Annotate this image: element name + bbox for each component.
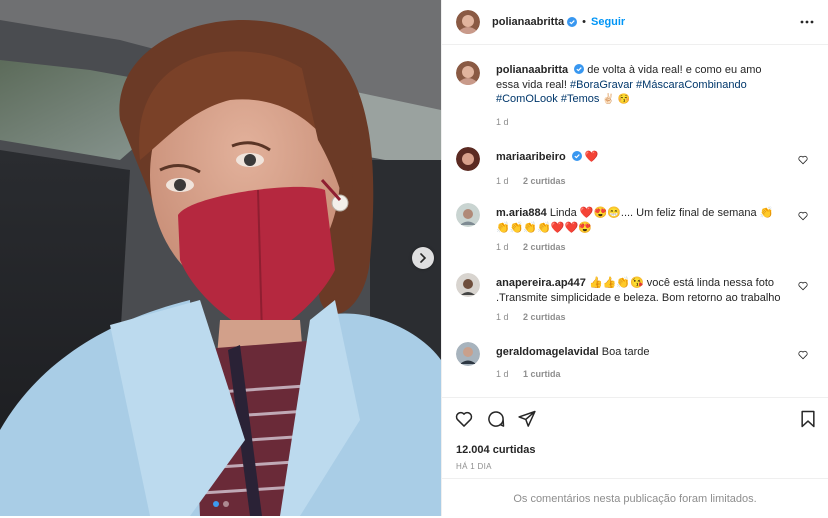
chevron-right-icon: [420, 253, 427, 263]
comment-meta: 1 d 2 curtidas: [496, 176, 566, 186]
post-image: [0, 0, 441, 516]
heart-icon[interactable]: [454, 409, 474, 429]
comment-username[interactable]: geraldomagelavidal: [496, 346, 599, 358]
author-avatar[interactable]: [456, 10, 480, 34]
verified-icon: [571, 151, 582, 161]
like-comment-heart-icon[interactable]: [798, 155, 808, 165]
post-actions: 12.004 curtidas HÁ 1 DIA Os comentários …: [442, 397, 828, 517]
comment-text: m.aria884 Linda ❤️😍😁.... Um feliz final …: [496, 206, 786, 235]
carousel-dots: [0, 501, 441, 507]
post-header: polianaabritta • Seguir: [442, 0, 828, 45]
verified-icon: [567, 17, 578, 27]
comment-likes[interactable]: 1 curtida: [523, 369, 561, 379]
caption-meta: 1 d: [496, 117, 509, 127]
comment-time: 1 d: [496, 242, 509, 252]
caption-username[interactable]: polianaabritta: [496, 64, 568, 76]
commenter-avatar[interactable]: [456, 203, 480, 227]
post-panel: polianaabritta • Seguir polianaabritta d…: [441, 0, 828, 516]
comment-username[interactable]: mariaaribeiro: [496, 151, 566, 163]
comment-likes[interactable]: 2 curtidas: [523, 176, 566, 186]
like-comment-heart-icon[interactable]: [798, 211, 808, 221]
comment-time: 1 d: [496, 176, 509, 186]
comment-text: geraldomagelavidal Boa tarde: [496, 345, 786, 360]
likes-count[interactable]: 12.004 curtidas: [456, 444, 536, 456]
author-avatar[interactable]: [456, 61, 480, 85]
verified-icon: [574, 64, 585, 74]
comments-limited-notice: Os comentários nesta publicação foram li…: [442, 478, 828, 518]
like-comment-heart-icon[interactable]: [798, 281, 808, 291]
comment-meta: 1 d 2 curtidas: [496, 312, 566, 322]
author-username[interactable]: polianaabritta: [492, 16, 564, 28]
comments-list[interactable]: polianaabritta de volta à vida real! e c…: [442, 45, 828, 397]
hashtag[interactable]: #MáscaraCombinando: [636, 79, 747, 91]
bookmark-icon[interactable]: [798, 409, 818, 429]
comment-time: 1 d: [496, 312, 509, 322]
comment-time: 1 d: [496, 369, 509, 379]
share-icon[interactable]: [517, 409, 537, 429]
post-time: HÁ 1 DIA: [456, 462, 492, 471]
comment-username[interactable]: anapereira.ap447: [496, 277, 586, 289]
post-photo[interactable]: [0, 0, 441, 516]
carousel-dot-2: [222, 501, 229, 507]
hashtag[interactable]: #BoraGravar: [570, 79, 633, 91]
next-slide-button[interactable]: [412, 247, 434, 269]
separator-dot: •: [582, 16, 586, 28]
comment-likes[interactable]: 2 curtidas: [523, 312, 566, 322]
caption-text: polianaabritta de volta à vida real! e c…: [496, 63, 786, 108]
comment-text: anapereira.ap447 👍👍👏😘 você está linda ne…: [496, 276, 786, 305]
comment-text: mariaaribeiro ❤️: [496, 150, 786, 165]
commenter-avatar[interactable]: [456, 342, 480, 366]
comment-username[interactable]: m.aria884: [496, 207, 547, 219]
comment-likes[interactable]: 2 curtidas: [523, 242, 566, 252]
like-comment-heart-icon[interactable]: [798, 350, 808, 360]
more-icon[interactable]: [800, 15, 814, 29]
comment-icon[interactable]: [486, 409, 506, 429]
follow-button[interactable]: Seguir: [591, 16, 625, 28]
comment-body: ❤️: [584, 151, 599, 163]
comment-body: Boa tarde: [601, 346, 650, 358]
comment-meta: 1 d 1 curtida: [496, 369, 561, 379]
caption-emoji: ✌🏻 😚: [602, 94, 631, 105]
hashtag[interactable]: #ComOLook: [496, 93, 558, 105]
commenter-avatar[interactable]: [456, 273, 480, 297]
comment-meta: 1 d 2 curtidas: [496, 242, 566, 252]
caption-time: 1 d: [496, 117, 509, 127]
carousel-dot-1: [212, 501, 219, 507]
commenter-avatar[interactable]: [456, 147, 480, 171]
hashtag[interactable]: #Temos: [561, 93, 600, 105]
